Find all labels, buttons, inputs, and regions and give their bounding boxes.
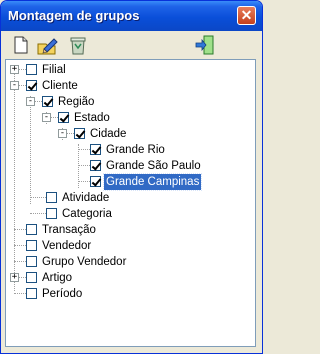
tree-item-label: Categoria xyxy=(62,208,112,220)
checkbox[interactable] xyxy=(74,128,85,139)
checkbox[interactable] xyxy=(42,96,53,107)
tree-item-grande-rio[interactable]: Grande Rio xyxy=(6,142,246,158)
checkbox[interactable] xyxy=(90,144,101,155)
checkbox[interactable] xyxy=(26,80,37,91)
tree-item-atividade[interactable]: Atividade xyxy=(6,190,246,206)
checkbox[interactable] xyxy=(46,192,57,203)
collapse-icon[interactable]: - xyxy=(42,113,51,122)
checkbox[interactable] xyxy=(90,160,101,171)
tree-item-label: Cliente xyxy=(42,80,78,92)
tree-item-label: Grande Rio xyxy=(106,144,165,156)
tree-item-label: Atividade xyxy=(62,192,110,204)
tree-item-periodo[interactable]: Período xyxy=(6,286,246,302)
tree-item-label: Período xyxy=(42,288,83,300)
tree-item-label: Região xyxy=(58,96,95,108)
checkbox[interactable] xyxy=(90,176,101,187)
tree-item-cidade[interactable]: - Cidade xyxy=(6,126,246,142)
edit-button[interactable] xyxy=(36,34,58,56)
tree-item-label: Artigo xyxy=(42,272,73,284)
collapse-icon[interactable]: - xyxy=(58,129,67,138)
exit-button[interactable] xyxy=(194,34,216,56)
group-assembly-window: Montagem de grupos ✕ + Filial - Cliente … xyxy=(0,0,263,354)
expand-icon[interactable]: + xyxy=(10,65,19,74)
expand-icon[interactable]: + xyxy=(10,273,19,282)
tree-item-label: Filial xyxy=(42,64,66,76)
collapse-icon[interactable]: - xyxy=(10,81,19,90)
edit-pencil-icon xyxy=(37,38,58,55)
tree-item-label: Cidade xyxy=(90,128,127,140)
checkbox[interactable] xyxy=(26,256,37,267)
tree-item-cliente[interactable]: - Cliente xyxy=(6,78,246,94)
tree-item-grande-sao-paulo[interactable]: Grande São Paulo xyxy=(6,158,246,174)
tree-item-vendedor[interactable]: Vendedor xyxy=(6,238,246,254)
checkbox[interactable] xyxy=(46,208,57,219)
tree-item-regiao[interactable]: - Região xyxy=(6,94,246,110)
tree-item-grande-campinas[interactable]: Grande Campinas xyxy=(6,173,246,191)
tree-item-label: Grupo Vendedor xyxy=(42,256,127,268)
tree-item-label: Vendedor xyxy=(42,240,92,252)
exit-door-icon xyxy=(195,35,214,55)
tree-item-label: Grande São Paulo xyxy=(106,160,201,172)
title-bar[interactable]: Montagem de grupos ✕ xyxy=(1,1,262,31)
tree-item-transacao[interactable]: Transação xyxy=(6,222,246,238)
checkbox[interactable] xyxy=(26,224,37,235)
checkbox[interactable] xyxy=(26,272,37,283)
toolbar xyxy=(1,31,262,59)
tree-item-categoria[interactable]: Categoria xyxy=(6,206,246,222)
tree-item-label: Transação xyxy=(42,224,96,236)
tree-item-grupo-vendedor[interactable]: Grupo Vendedor xyxy=(6,254,246,270)
tree-item-artigo[interactable]: + Artigo xyxy=(6,270,246,286)
checkbox[interactable] xyxy=(58,112,69,123)
new-document-icon xyxy=(14,36,28,54)
checkbox[interactable] xyxy=(26,64,37,75)
tree-item-estado[interactable]: - Estado xyxy=(6,110,246,126)
collapse-icon[interactable]: - xyxy=(26,97,35,106)
new-document-button[interactable] xyxy=(10,34,32,56)
tree-item-label-selected: Grande Campinas xyxy=(102,173,203,191)
tree-item-filial[interactable]: + Filial xyxy=(6,62,246,78)
window-title: Montagem de grupos xyxy=(8,8,140,23)
checkbox[interactable] xyxy=(26,240,37,251)
checkbox[interactable] xyxy=(26,288,37,299)
group-tree[interactable]: + Filial - Cliente - Região - Estado - C… xyxy=(5,59,256,347)
recycle-bin-button[interactable] xyxy=(67,34,89,56)
close-button[interactable]: ✕ xyxy=(237,6,256,25)
recycle-bin-icon xyxy=(70,37,86,55)
tree-item-label: Estado xyxy=(74,112,110,124)
